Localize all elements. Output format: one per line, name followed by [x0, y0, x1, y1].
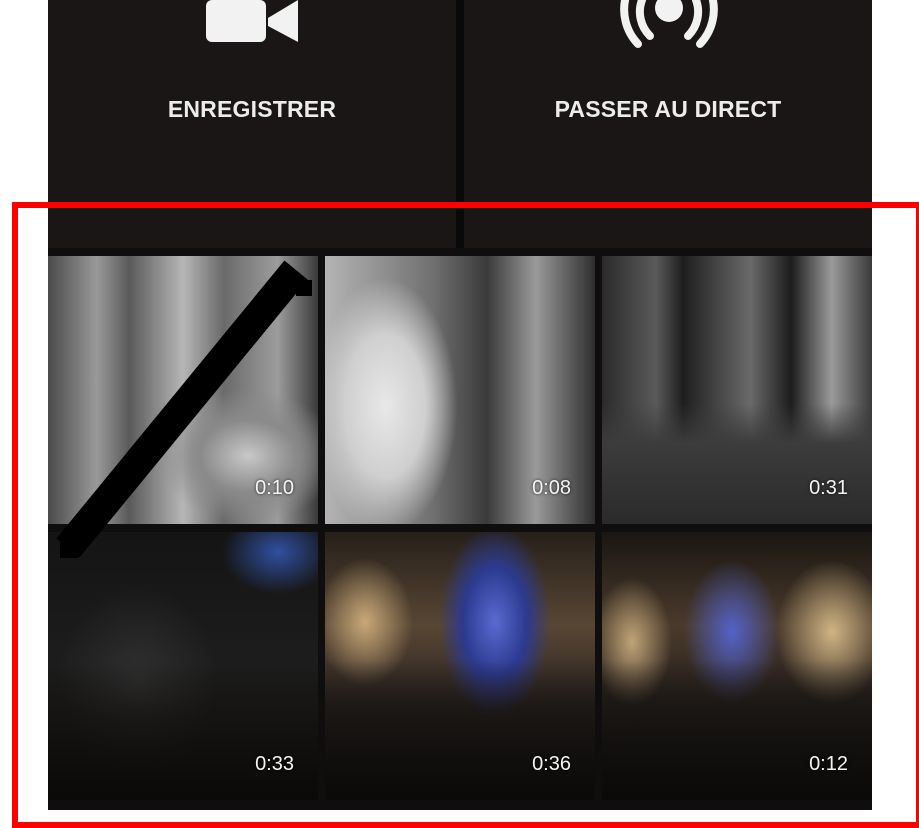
highlight-box: [12, 202, 919, 828]
go-live-label: PASSER AU DIRECT: [554, 96, 782, 122]
record-label: ENREGISTRER: [167, 96, 337, 122]
video-camera-icon: [206, 0, 298, 42]
broadcast-icon: [620, 0, 718, 48]
